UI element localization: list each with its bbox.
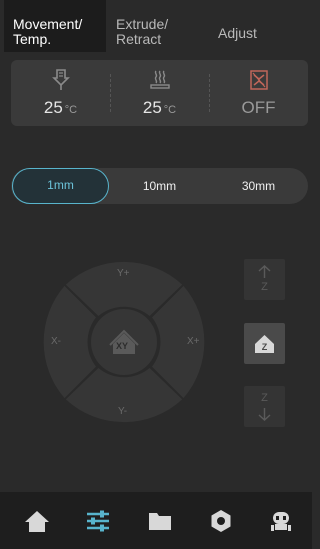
tab-movement-temp[interactable]: Movement/ Temp. [4,0,106,52]
tab-label-line1: Extrude/ [116,16,169,32]
z-up-label: Z [261,281,268,293]
chamber-fan-value: OFF [241,98,276,117]
tab-label-line2: Retract [116,31,162,47]
assistant-robot-icon [271,511,291,531]
step-30mm-button[interactable]: 30mm [209,168,308,204]
y-plus-label: Y+ [117,268,130,279]
nav-assistant[interactable] [250,492,312,549]
step-1mm-button[interactable]: 1mm [12,168,109,204]
tab-bar: Movement/ Temp. Extrude/ Retract Adjust [0,0,312,52]
files-icon [149,512,171,530]
x-minus-label: X- [51,336,61,347]
step-10mm-button[interactable]: 10mm [110,168,209,204]
nav-settings[interactable] [190,492,252,549]
chamber-fan[interactable]: OFF [209,60,308,126]
x-plus-label: X+ [187,336,200,347]
home-xy-label: XY [116,341,129,351]
z-up-button[interactable]: Z [244,259,285,300]
nav-files[interactable] [129,492,191,549]
heated-bed-icon [110,69,209,91]
nav-home[interactable] [6,492,68,549]
tab-label: Adjust [218,25,257,41]
tab-adjust[interactable]: Adjust [202,0,310,52]
tab-label-line2: Temp. [13,31,52,47]
nav-controls[interactable] [67,492,129,549]
step-size-selector: 1mm 10mm 30mm [11,168,308,204]
temperature-panel: 25 °C 25 °C OFF [11,60,308,126]
bed-temp-value: 25 [142,98,162,117]
bed-temp[interactable]: 25 °C [110,60,209,126]
chamber-fan-icon [209,69,308,91]
home-icon [25,510,49,532]
tab-extrude-retract[interactable]: Extrude/ Retract [106,0,202,52]
home-z-label: Z [261,342,268,352]
nozzle-temp-value: 25 [43,98,63,117]
nozzle-icon [11,69,110,91]
z-down-label: Z [261,392,268,404]
xy-jog-pad: Y+ Y- X+ X- XY [36,253,212,431]
y-minus-label: Y- [118,406,128,417]
arrow-up-icon [258,265,271,278]
bed-temp-unit: °C [163,104,177,116]
z-down-button[interactable]: Z [244,386,285,427]
settings-icon [211,509,231,532]
nozzle-temp[interactable]: 25 °C [11,60,110,126]
home-z-button[interactable]: Z [244,323,285,364]
bottom-nav-bar [0,492,312,549]
nozzle-temp-unit: °C [64,104,78,116]
tab-label-line1: Movement/ [13,16,83,32]
controls-icon [87,510,109,531]
